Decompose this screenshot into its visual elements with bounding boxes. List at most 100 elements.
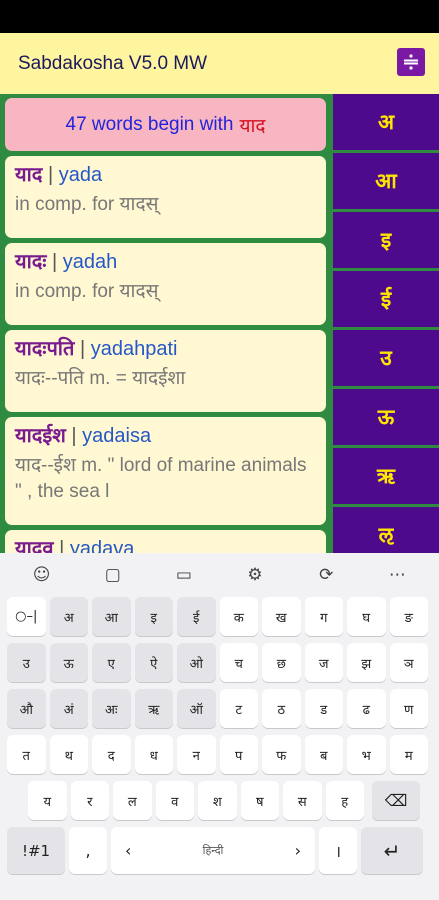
key[interactable]: ञ [389,643,428,682]
key-cursor[interactable]: ○–| [7,597,46,636]
key[interactable]: छ [262,643,301,682]
key[interactable]: श [198,781,237,820]
sort-menu-button[interactable] [397,48,425,76]
alphabet-letter[interactable]: आ [333,153,439,209]
alphabet-letter[interactable]: उ [333,330,439,386]
alphabet-letter[interactable]: अ [333,94,439,150]
key[interactable]: ष [240,781,279,820]
translate-icon[interactable]: ⟳ [309,560,343,590]
key[interactable]: अं [49,689,88,728]
word-devanagari: यादःपति [15,338,75,360]
key[interactable]: क [219,597,258,636]
key[interactable]: अः [92,689,131,728]
word-definition: in comp. for यादस् [15,281,159,302]
dictionary-content: 47 words begin with याद याद | yada in co… [0,94,439,553]
app-title: Sabdakosha V5.0 MW [18,52,208,74]
key[interactable]: ज [304,643,343,682]
space-label: हिन्दी [202,844,224,857]
word-romanized: yada [58,164,103,186]
word-card[interactable]: यादः | yadah in comp. for यादस् [5,243,326,325]
comma-key[interactable]: , [69,827,107,874]
key[interactable]: ओ [177,643,216,682]
gif-icon[interactable]: ▭ [167,560,201,590]
chevron-left-icon: ‹ [125,841,132,860]
key[interactable]: ऋ [134,689,173,728]
alphabet-letter[interactable]: ऊ [333,389,439,445]
key[interactable]: घ [347,597,386,636]
key[interactable]: द [92,735,131,774]
key[interactable]: फ [262,735,301,774]
key[interactable]: न [177,735,216,774]
key[interactable]: ऐ [134,643,173,682]
space-bar[interactable]: ‹ हिन्दी › [111,827,315,874]
key[interactable]: ध [134,735,173,774]
key[interactable]: ट [219,689,258,728]
sticker-icon[interactable]: ▢ [96,560,130,590]
key[interactable]: ण [389,689,428,728]
word-devanagari: यादव [15,538,54,553]
result-count-banner: 47 words begin with याद [5,98,326,151]
key[interactable]: आ [92,597,131,636]
key[interactable]: ठ [262,689,301,728]
key[interactable]: ई [177,597,216,636]
keyboard-row-1: ○–| अ आ इ ई क ख ग घ ङ [7,597,432,636]
word-devanagari: यादः [15,251,47,273]
key[interactable]: इ [134,597,173,636]
key[interactable]: व [155,781,194,820]
key[interactable]: प [219,735,258,774]
key[interactable]: ल [113,781,152,820]
word-list[interactable]: 47 words begin with याद याद | yada in co… [5,98,326,553]
key[interactable]: ड [304,689,343,728]
key[interactable]: ढ [347,689,386,728]
keyboard-row-5: य र ल व श ष स ह ⌫ [7,781,432,820]
key[interactable]: झ [347,643,386,682]
key[interactable]: ऑ [177,689,216,728]
word-definition: याद--ईश m. " lord of marine animals " , … [15,455,307,502]
word-card[interactable]: यादव | yadava [5,530,326,553]
key[interactable]: त [7,735,46,774]
backspace-icon[interactable]: ⌫ [372,781,420,820]
word-card[interactable]: यादःपति | yadahpati यादः--पति m. = यादईश… [5,330,326,412]
settings-gear-icon[interactable]: ⚙ [238,560,272,590]
key[interactable]: र [70,781,109,820]
key[interactable]: ऊ [49,643,88,682]
key[interactable]: म [389,735,428,774]
key[interactable]: औ [7,689,46,728]
word-card[interactable]: यादईश | yadaisa याद--ईश m. " lord of mar… [5,417,326,525]
key[interactable]: ब [304,735,343,774]
key[interactable]: अ [49,597,88,636]
word-romanized: yadah [62,251,118,273]
word-definition: in comp. for यादस् [15,194,159,215]
alphabet-letter[interactable]: ई [333,271,439,327]
key[interactable]: य [28,781,67,820]
alphabet-letter[interactable]: इ [333,212,439,268]
key[interactable]: ए [92,643,131,682]
key[interactable]: थ [49,735,88,774]
key[interactable]: ङ [389,597,428,636]
keyboard-row-bottom: !#1 , ‹ हिन्दी › । ↵ [7,827,432,874]
word-devanagari: यादईश [15,425,66,447]
emoji-icon[interactable]: ☺ [25,560,59,590]
enter-icon[interactable]: ↵ [361,827,423,874]
search-prefix: याद [239,115,266,137]
alphabet-letter[interactable]: ऌ [333,507,439,553]
key[interactable]: ग [304,597,343,636]
key[interactable]: च [219,643,258,682]
key[interactable]: ह [325,781,364,820]
key[interactable]: ख [262,597,301,636]
alphabet-letter[interactable]: ऋ [333,448,439,504]
keyboard-row-4: त थ द ध न प फ ब भ म [7,735,432,774]
key[interactable]: स [283,781,322,820]
result-count-text: 47 words begin with [65,113,234,135]
key[interactable]: उ [7,643,46,682]
word-romanized: yadahpati [90,338,178,360]
word-romanized: yadaisa [82,425,152,447]
more-icon[interactable]: ⋯ [380,560,414,590]
danda-key[interactable]: । [319,827,357,874]
key[interactable]: भ [347,735,386,774]
on-screen-keyboard: ☺ ▢ ▭ ⚙ ⟳ ⋯ ○–| अ आ इ ई क ख ग घ ङ उ ऊ ए … [0,553,439,900]
word-card[interactable]: याद | yada in comp. for यादस् [5,156,326,238]
chevron-right-icon: › [294,841,301,860]
symbols-key[interactable]: !#1 [7,827,65,874]
keyboard-toolbar: ☺ ▢ ▭ ⚙ ⟳ ⋯ [0,553,439,597]
